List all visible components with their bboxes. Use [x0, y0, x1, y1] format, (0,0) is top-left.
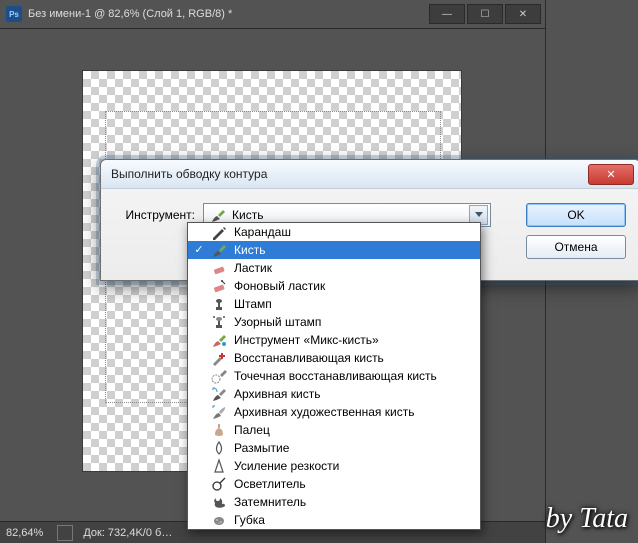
- dropdown-item-label: Узорный штамп: [234, 315, 321, 329]
- dropdown-item-smudge[interactable]: Палец: [188, 421, 480, 439]
- dropdown-item-brush[interactable]: ✓ Кисть: [188, 241, 480, 259]
- ps-logo-icon: Ps: [6, 6, 22, 22]
- healing-icon: [210, 350, 228, 366]
- dropdown-item-label: Губка: [234, 513, 265, 527]
- dropdown-item-history-brush[interactable]: Архивная кисть: [188, 385, 480, 403]
- dropdown-item-label: Ластик: [234, 261, 272, 275]
- dropdown-item-label: Штамп: [234, 297, 272, 311]
- dropdown-item-label: Усиление резкости: [234, 459, 339, 473]
- check-icon: ✓: [192, 243, 206, 256]
- sponge-icon: [210, 512, 228, 528]
- tool-label: Инструмент:: [115, 208, 195, 222]
- tool-selected-value: Кисть: [232, 208, 469, 222]
- dropdown-item-label: Кисть: [234, 243, 265, 257]
- dropdown-item-mixer-brush[interactable]: Инструмент «Микс-кисть»: [188, 331, 480, 349]
- maximize-button[interactable]: ☐: [467, 4, 503, 24]
- dropdown-item-label: Размытие: [234, 441, 289, 455]
- mixer-brush-icon: [210, 332, 228, 348]
- dropdown-item-eraser[interactable]: Ластик: [188, 259, 480, 277]
- status-zoom[interactable]: 82,64%: [6, 527, 43, 539]
- pencil-icon: [210, 224, 228, 240]
- spot-healing-icon: [210, 368, 228, 384]
- brush-icon: [210, 207, 226, 223]
- dropdown-item-label: Палец: [234, 423, 270, 437]
- dropdown-item-label: Затемнитель: [234, 495, 306, 509]
- close-button[interactable]: ✕: [505, 4, 541, 24]
- dropdown-item-stamp[interactable]: Штамп: [188, 295, 480, 313]
- cancel-button[interactable]: Отмена: [526, 235, 626, 259]
- dialog-close-button[interactable]: ✕: [588, 164, 634, 185]
- dropdown-item-pattern-stamp[interactable]: Узорный штамп: [188, 313, 480, 331]
- ok-button[interactable]: OK: [526, 203, 626, 227]
- dropdown-item-bg-eraser[interactable]: Фоновый ластик: [188, 277, 480, 295]
- dropdown-item-label: Архивная художественная кисть: [234, 405, 414, 419]
- dropdown-item-label: Восстанавливающая кисть: [234, 351, 384, 365]
- dropdown-item-label: Карандаш: [234, 225, 291, 239]
- history-brush-icon: [210, 386, 228, 402]
- dropdown-item-label: Осветлитель: [234, 477, 306, 491]
- art-history-brush-icon: [210, 404, 228, 420]
- stamp-icon: [210, 296, 228, 312]
- dropdown-item-dodge[interactable]: Осветлитель: [188, 475, 480, 493]
- dialog-titlebar[interactable]: Выполнить обводку контура ✕: [101, 160, 638, 189]
- photoshop-titlebar: Ps Без имени-1 @ 82,6% (Слой 1, RGB/8) *…: [0, 0, 545, 29]
- blur-icon: [210, 440, 228, 456]
- dropdown-item-sponge[interactable]: Губка: [188, 511, 480, 529]
- dropdown-item-healing[interactable]: Восстанавливающая кисть: [188, 349, 480, 367]
- dropdown-item-burn[interactable]: Затемнитель: [188, 493, 480, 511]
- dropdown-item-art-history-brush[interactable]: Архивная художественная кисть: [188, 403, 480, 421]
- dropdown-item-label: Фоновый ластик: [234, 279, 325, 293]
- eraser-icon: [210, 260, 228, 276]
- dropdown-item-pencil[interactable]: Карандаш: [188, 223, 480, 241]
- dropdown-item-sharpen[interactable]: Усиление резкости: [188, 457, 480, 475]
- pattern-stamp-icon: [210, 314, 228, 330]
- dropdown-item-label: Инструмент «Микс-кисть»: [234, 333, 379, 347]
- status-icon: [57, 525, 73, 541]
- watermark: by Tata: [546, 503, 628, 535]
- sharpen-icon: [210, 458, 228, 474]
- brush-icon: [210, 242, 228, 258]
- smudge-icon: [210, 422, 228, 438]
- minimize-button[interactable]: —: [429, 4, 465, 24]
- dropdown-item-spot-healing[interactable]: Точечная восстанавливающая кисть: [188, 367, 480, 385]
- dropdown-item-label: Точечная восстанавливающая кисть: [234, 369, 437, 383]
- dialog-title: Выполнить обводку контура: [111, 167, 588, 181]
- document-title: Без имени-1 @ 82,6% (Слой 1, RGB/8) *: [28, 8, 429, 20]
- dropdown-item-blur[interactable]: Размытие: [188, 439, 480, 457]
- burn-icon: [210, 494, 228, 510]
- bg-eraser-icon: [210, 278, 228, 294]
- tool-dropdown-list[interactable]: Карандаш ✓ Кисть Ластик Фоновый ластик Штамп У…: [187, 222, 481, 530]
- dodge-icon: [210, 476, 228, 492]
- dropdown-item-label: Архивная кисть: [234, 387, 320, 401]
